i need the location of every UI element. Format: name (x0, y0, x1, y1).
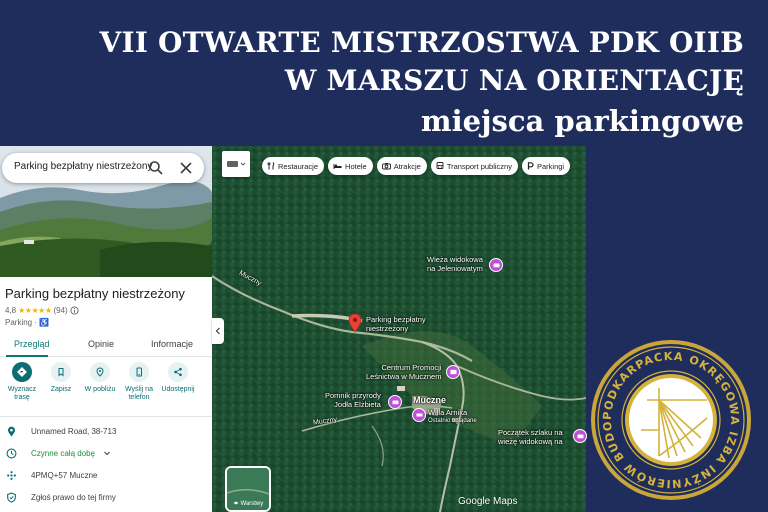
place-category: Parking · ♿ (5, 318, 50, 327)
nearby-icon (96, 367, 104, 377)
share-label: Udostępnij (161, 386, 195, 393)
poi-label-pomnik[interactable]: Pomnik przyrody Jodła Elżbieta (325, 391, 381, 409)
camera-icon (577, 434, 583, 439)
camera-icon (381, 163, 391, 170)
chip-parking-label: Parkingi (536, 161, 565, 171)
tab-info[interactable]: Informacje (151, 339, 193, 349)
poi-trailhead-marker[interactable] (573, 429, 587, 443)
chip-attractions[interactable]: Atrakcje (376, 157, 427, 175)
chip-attractions-label: Atrakcje (393, 161, 421, 171)
museum-icon (449, 369, 457, 375)
poi-tower-marker[interactable] (489, 258, 503, 272)
search-input[interactable]: Parking bezpłatny niestrzeżony (14, 161, 152, 172)
claim-business-text: Zgłoś prawo do tej firmy (31, 492, 116, 502)
info-icon[interactable] (70, 306, 79, 315)
directions-button[interactable]: Wyznacz trasę (2, 362, 42, 402)
poi-label-tower[interactable]: Wieża widokowa na Jeleniowatym (427, 255, 483, 273)
tab-bar: Przegląd Opinie Informacje (0, 334, 212, 357)
camera-icon (493, 263, 499, 268)
directions-icon (17, 367, 27, 377)
chip-transit[interactable]: Transport publiczny (430, 157, 518, 175)
parking-icon (527, 162, 534, 170)
keyboard-shortcuts-button[interactable] (222, 151, 250, 177)
save-button[interactable]: Zapisz (41, 362, 81, 394)
save-label: Zapisz (50, 386, 72, 393)
camera-icon (392, 400, 398, 405)
rating-row[interactable]: 4,8 ★★★★★ (94) (5, 306, 79, 315)
title-line-3: miejsca parkingowe (420, 104, 744, 138)
layers-icon (233, 501, 239, 505)
poi-label-centrum[interactable]: Centrum Promocji Leśnictwa w Mucznem (366, 363, 441, 381)
selected-place-pin[interactable] (347, 313, 363, 333)
chip-restaurants[interactable]: Restauracje (262, 157, 325, 175)
transit-icon (436, 162, 444, 169)
bookmark-icon (58, 368, 64, 377)
google-maps-logo: Google Maps (458, 496, 518, 507)
chevron-left-icon (215, 327, 220, 335)
claim-business-row[interactable]: Zgłoś prawo do tej firmy (5, 490, 116, 504)
hotel-icon (416, 413, 422, 417)
chip-hotels[interactable]: Hotele (328, 157, 373, 175)
parking-map-label[interactable]: Parking bezpłatny niestrzeżony (366, 315, 426, 333)
tab-overview[interactable]: Przegląd (14, 339, 50, 349)
title-line-2: W MARSZU NA ORIENTACJĘ (284, 64, 744, 97)
layers-button[interactable]: Warstwy (225, 466, 271, 512)
chevron-down-icon[interactable] (103, 449, 111, 457)
phone-icon (136, 367, 142, 377)
place-panel: Parking bezpłatny niestrzeżony Parking b… (0, 146, 212, 512)
rating-stars: ★★★★★ (18, 306, 52, 315)
location-pin-icon (7, 426, 15, 436)
address-row[interactable]: Unnamed Road, 38-713 (5, 424, 116, 438)
share-icon (174, 367, 182, 377)
hotel-icon (333, 164, 342, 169)
layers-label: Warstwy (227, 501, 269, 507)
send-to-phone-label: Wyślij na telefon (125, 386, 153, 401)
chip-transit-label: Transport publiczny (446, 161, 512, 171)
send-to-phone-button[interactable]: Wyślij na telefon (119, 362, 159, 402)
tab-active-indicator (6, 355, 48, 357)
category-chips: Restauracje Hotele Atrakcje Transport pu… (262, 157, 571, 175)
restaurant-icon (267, 162, 275, 170)
poi-label-willa[interactable]: Willa Arnika Ostatnio oglądane (428, 408, 477, 426)
chip-hotels-label: Hotele (345, 161, 367, 171)
close-icon[interactable] (178, 160, 194, 176)
share-button[interactable]: Udostępnij (158, 362, 198, 394)
shield-icon (6, 492, 16, 503)
plus-code-icon (6, 470, 16, 480)
divider (0, 416, 212, 417)
village-label-muczne: Muczne (413, 395, 447, 405)
chip-restaurants-label: Restauracje (278, 161, 319, 171)
nearby-label: W pobliżu (84, 386, 116, 393)
plus-code-row[interactable]: 4PMQ+57 Muczne (5, 468, 97, 482)
rating-value: 4,8 (5, 306, 17, 315)
review-count[interactable]: (94) (53, 306, 67, 315)
keyboard-icon (227, 161, 246, 167)
title-line-1: VII OTWARTE MISTRZOSTWA PDK OIIB (99, 26, 744, 59)
address-text: Unnamed Road, 38-713 (31, 426, 117, 436)
hours-text: Czynne całą dobę (31, 448, 96, 458)
poi-label-trailhead[interactable]: Początek szlaku na wieżę widokową na (498, 428, 563, 446)
collapse-panel-button[interactable] (212, 318, 224, 344)
hours-row[interactable]: Czynne całą dobę (5, 446, 111, 460)
chamber-logo-badge: PODKARPACKA OKRĘGOWA IZBA INŻYNIERÓW BUD… (589, 338, 751, 500)
search-box[interactable]: Parking bezpłatny niestrzeżony (2, 153, 204, 183)
poi-centrum-marker[interactable] (446, 365, 460, 379)
clock-icon (6, 448, 16, 458)
chip-parking[interactable]: Parkingi (521, 157, 571, 175)
poi-pomnik-marker[interactable] (388, 395, 402, 409)
poi-willa-marker[interactable] (412, 408, 426, 422)
nearby-button[interactable]: W pobliżu (80, 362, 120, 394)
plus-code-text: 4PMQ+57 Muczne (31, 470, 98, 480)
place-title: Parking bezpłatny niestrzeżony (5, 286, 185, 301)
tab-reviews[interactable]: Opinie (88, 339, 114, 349)
search-icon[interactable] (148, 160, 164, 176)
action-buttons: Wyznacz trasę Zapisz W pobliżu Wyślij na… (0, 362, 212, 410)
directions-label: Wyznacz trasę (7, 386, 37, 401)
slide-title: VII OTWARTE MISTRZOSTWA PDK OIIB W MARSZ… (100, 24, 744, 140)
